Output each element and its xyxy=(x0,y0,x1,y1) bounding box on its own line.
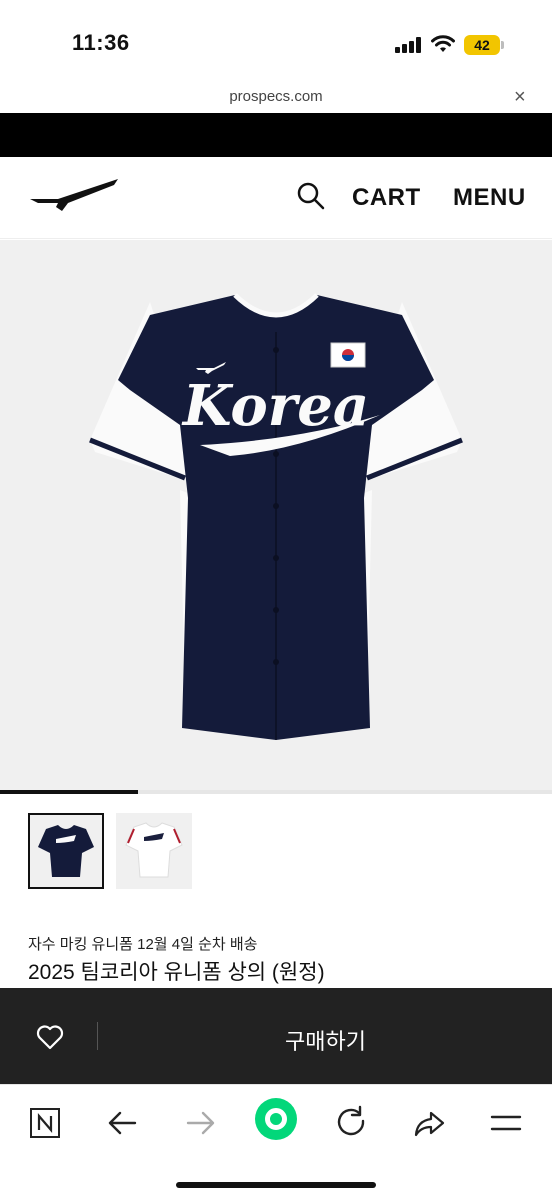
white-jersey-thumbnail[interactable] xyxy=(116,813,192,889)
gallery-progress-fill xyxy=(0,790,138,794)
status-bar: 11:36 42 xyxy=(0,0,552,84)
jersey-image: Korea xyxy=(89,293,463,740)
top-banner xyxy=(0,113,552,157)
wifi-icon xyxy=(431,35,455,52)
search-icon[interactable] xyxy=(296,181,326,211)
navy-jersey-thumbnail[interactable] xyxy=(28,813,104,889)
product-image[interactable]: Korea xyxy=(0,240,552,790)
naver-n-icon[interactable] xyxy=(26,1103,66,1143)
close-icon[interactable]: × xyxy=(514,86,526,109)
url-text[interactable]: prospecs.com xyxy=(0,88,552,105)
heart-icon[interactable] xyxy=(36,1024,64,1050)
menu-lines-icon[interactable] xyxy=(486,1103,526,1143)
purchase-bar: 구매하기 xyxy=(0,988,552,1084)
navy-jersey-thumbnail-image xyxy=(38,825,94,877)
site-header: CART MENU xyxy=(0,157,552,239)
white-jersey-thumbnail-image xyxy=(125,822,183,878)
shipping-promo-text: 자수 마킹 유니폼 12월 4일 순차 배송 xyxy=(28,936,258,953)
prospecs-logo-icon[interactable] xyxy=(28,177,120,213)
back-arrow-icon[interactable] xyxy=(103,1103,143,1143)
home-green-icon[interactable] xyxy=(254,1097,298,1141)
menu-link[interactable]: MENU xyxy=(453,184,526,212)
buy-button-label: 구매하기 xyxy=(285,1029,366,1054)
purchase-bar-divider xyxy=(97,1022,98,1050)
buy-button[interactable]: 구매하기 xyxy=(99,988,552,1084)
share-icon[interactable] xyxy=(409,1103,449,1143)
gallery-progress-bar xyxy=(0,790,552,794)
url-bar[interactable]: prospecs.com × xyxy=(0,84,552,112)
cart-link[interactable]: CART xyxy=(352,184,421,212)
forward-arrow-icon[interactable] xyxy=(180,1103,220,1143)
home-indicator xyxy=(176,1182,376,1188)
battery-nub xyxy=(501,41,504,49)
cellular-signal-icon xyxy=(395,37,423,53)
battery-level: 42 xyxy=(464,35,500,55)
reload-icon[interactable] xyxy=(332,1103,372,1143)
status-time: 11:36 xyxy=(72,30,130,55)
product-title: 2025 팀코리아 유니폼 상의 (원정) xyxy=(28,961,325,984)
